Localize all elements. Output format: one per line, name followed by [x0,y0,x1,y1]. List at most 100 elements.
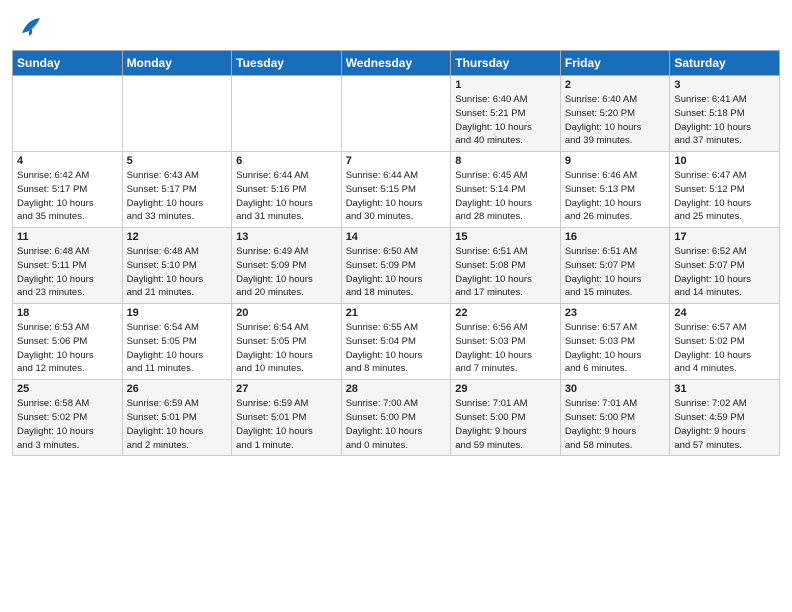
day-number: 22 [455,307,556,319]
day-header-sunday: Sunday [13,51,123,76]
day-detail: Sunrise: 6:48 AM Sunset: 5:10 PM Dayligh… [127,245,228,300]
calendar-cell: 13 Sunrise: 6:49 AM Sunset: 5:09 PM Dayli… [232,228,342,304]
day-header-wednesday: Wednesday [341,51,451,76]
calendar-cell: 5Sunrise: 6:43 AM Sunset: 5:17 PM Daylig… [122,152,232,228]
day-detail: Sunrise: 6:59 AM Sunset: 5:01 PM Dayligh… [236,397,337,452]
day-detail: Sunrise: 6:59 AM Sunset: 5:01 PM Dayligh… [127,397,228,452]
calendar-cell: 4 Sunrise: 6:42 AM Sunset: 5:17 PM Daylig… [13,152,123,228]
calendar-cell: 18 Sunrise: 6:53 AM Sunset: 5:06 PM Dayli… [13,304,123,380]
calendar-cell [13,76,123,152]
day-number: 11 [17,231,118,243]
day-number: 29 [455,383,556,395]
day-number: 1 [455,79,556,91]
day-number: 26 [127,383,228,395]
day-detail: Sunrise: 6:53 AM Sunset: 5:06 PM Dayligh… [17,321,118,376]
week-row-3: 11 Sunrise: 6:48 AM Sunset: 5:11 PM Dayli… [13,228,780,304]
calendar-cell: 9 Sunrise: 6:46 AM Sunset: 5:13 PM Daylig… [560,152,670,228]
day-number: 19 [127,307,228,319]
day-number: 2 [565,79,666,91]
day-detail: Sunrise: 6:41 AM Sunset: 5:18 PM Dayligh… [674,93,775,148]
calendar-cell: 14Sunrise: 6:50 AM Sunset: 5:09 PM Dayli… [341,228,451,304]
logo-bird-icon [16,12,46,42]
day-detail: Sunrise: 7:02 AM Sunset: 4:59 PM Dayligh… [674,397,775,452]
calendar-cell: 29Sunrise: 7:01 AM Sunset: 5:00 PM Dayli… [451,380,561,456]
calendar-cell: 30 Sunrise: 7:01 AM Sunset: 5:00 PM Dayli… [560,380,670,456]
day-detail: Sunrise: 6:51 AM Sunset: 5:08 PM Dayligh… [455,245,556,300]
week-row-1: 1 Sunrise: 6:40 AM Sunset: 5:21 PM Daylig… [13,76,780,152]
day-detail: Sunrise: 6:40 AM Sunset: 5:20 PM Dayligh… [565,93,666,148]
day-number: 16 [565,231,666,243]
day-number: 14 [346,231,447,243]
day-detail: Sunrise: 6:58 AM Sunset: 5:02 PM Dayligh… [17,397,118,452]
day-detail: Sunrise: 6:54 AM Sunset: 5:05 PM Dayligh… [127,321,228,376]
day-detail: Sunrise: 6:46 AM Sunset: 5:13 PM Dayligh… [565,169,666,224]
day-detail: Sunrise: 6:47 AM Sunset: 5:12 PM Dayligh… [674,169,775,224]
calendar-cell: 2 Sunrise: 6:40 AM Sunset: 5:20 PM Daylig… [560,76,670,152]
day-detail: Sunrise: 6:43 AM Sunset: 5:17 PM Dayligh… [127,169,228,224]
day-detail: Sunrise: 6:57 AM Sunset: 5:03 PM Dayligh… [565,321,666,376]
calendar-cell: 27 Sunrise: 6:59 AM Sunset: 5:01 PM Dayli… [232,380,342,456]
header [0,0,792,44]
day-number: 12 [127,231,228,243]
day-number: 6 [236,155,337,167]
calendar-cell [232,76,342,152]
day-number: 23 [565,307,666,319]
day-header-thursday: Thursday [451,51,561,76]
day-detail: Sunrise: 6:55 AM Sunset: 5:04 PM Dayligh… [346,321,447,376]
day-number: 9 [565,155,666,167]
calendar-cell: 21Sunrise: 6:55 AM Sunset: 5:04 PM Dayli… [341,304,451,380]
day-header-saturday: Saturday [670,51,780,76]
day-number: 31 [674,383,775,395]
calendar-cell: 26 Sunrise: 6:59 AM Sunset: 5:01 PM Dayli… [122,380,232,456]
calendar-cell: 7Sunrise: 6:44 AM Sunset: 5:15 PM Daylig… [341,152,451,228]
day-number: 8 [455,155,556,167]
day-detail: Sunrise: 6:42 AM Sunset: 5:17 PM Dayligh… [17,169,118,224]
calendar-cell: 10 Sunrise: 6:47 AM Sunset: 5:12 PM Dayli… [670,152,780,228]
day-detail: Sunrise: 6:40 AM Sunset: 5:21 PM Dayligh… [455,93,556,148]
day-number: 28 [346,383,447,395]
calendar-table: SundayMondayTuesdayWednesdayThursdayFrid… [12,50,780,456]
calendar-cell: 20Sunrise: 6:54 AM Sunset: 5:05 PM Dayli… [232,304,342,380]
calendar-cell: 1 Sunrise: 6:40 AM Sunset: 5:21 PM Daylig… [451,76,561,152]
week-row-4: 18 Sunrise: 6:53 AM Sunset: 5:06 PM Dayli… [13,304,780,380]
calendar-header-row: SundayMondayTuesdayWednesdayThursdayFrid… [13,51,780,76]
day-number: 15 [455,231,556,243]
calendar-cell [341,76,451,152]
day-header-friday: Friday [560,51,670,76]
day-detail: Sunrise: 6:49 AM Sunset: 5:09 PM Dayligh… [236,245,337,300]
calendar-cell: 28Sunrise: 7:00 AM Sunset: 5:00 PM Dayli… [341,380,451,456]
calendar-cell: 8 Sunrise: 6:45 AM Sunset: 5:14 PM Daylig… [451,152,561,228]
day-number: 17 [674,231,775,243]
day-number: 4 [17,155,118,167]
calendar-cell: 11 Sunrise: 6:48 AM Sunset: 5:11 PM Dayli… [13,228,123,304]
logo [14,12,46,42]
day-detail: Sunrise: 7:01 AM Sunset: 5:00 PM Dayligh… [565,397,666,452]
calendar-cell: 24Sunrise: 6:57 AM Sunset: 5:02 PM Dayli… [670,304,780,380]
day-header-tuesday: Tuesday [232,51,342,76]
day-detail: Sunrise: 6:56 AM Sunset: 5:03 PM Dayligh… [455,321,556,376]
day-number: 27 [236,383,337,395]
calendar-cell: 17 Sunrise: 6:52 AM Sunset: 5:07 PM Dayli… [670,228,780,304]
calendar-cell: 25Sunrise: 6:58 AM Sunset: 5:02 PM Dayli… [13,380,123,456]
day-number: 3 [674,79,775,91]
day-detail: Sunrise: 6:51 AM Sunset: 5:07 PM Dayligh… [565,245,666,300]
day-number: 18 [17,307,118,319]
day-number: 24 [674,307,775,319]
day-number: 10 [674,155,775,167]
day-detail: Sunrise: 6:45 AM Sunset: 5:14 PM Dayligh… [455,169,556,224]
day-detail: Sunrise: 6:44 AM Sunset: 5:16 PM Dayligh… [236,169,337,224]
calendar-cell: 15 Sunrise: 6:51 AM Sunset: 5:08 PM Dayli… [451,228,561,304]
day-detail: Sunrise: 6:54 AM Sunset: 5:05 PM Dayligh… [236,321,337,376]
week-row-2: 4 Sunrise: 6:42 AM Sunset: 5:17 PM Daylig… [13,152,780,228]
week-row-5: 25Sunrise: 6:58 AM Sunset: 5:02 PM Dayli… [13,380,780,456]
day-number: 30 [565,383,666,395]
calendar-cell: 12 Sunrise: 6:48 AM Sunset: 5:10 PM Dayli… [122,228,232,304]
day-number: 13 [236,231,337,243]
calendar-cell [122,76,232,152]
calendar-cell: 22 Sunrise: 6:56 AM Sunset: 5:03 PM Dayli… [451,304,561,380]
day-detail: Sunrise: 6:48 AM Sunset: 5:11 PM Dayligh… [17,245,118,300]
day-number: 7 [346,155,447,167]
day-header-monday: Monday [122,51,232,76]
calendar-cell: 16 Sunrise: 6:51 AM Sunset: 5:07 PM Dayli… [560,228,670,304]
day-detail: Sunrise: 6:52 AM Sunset: 5:07 PM Dayligh… [674,245,775,300]
